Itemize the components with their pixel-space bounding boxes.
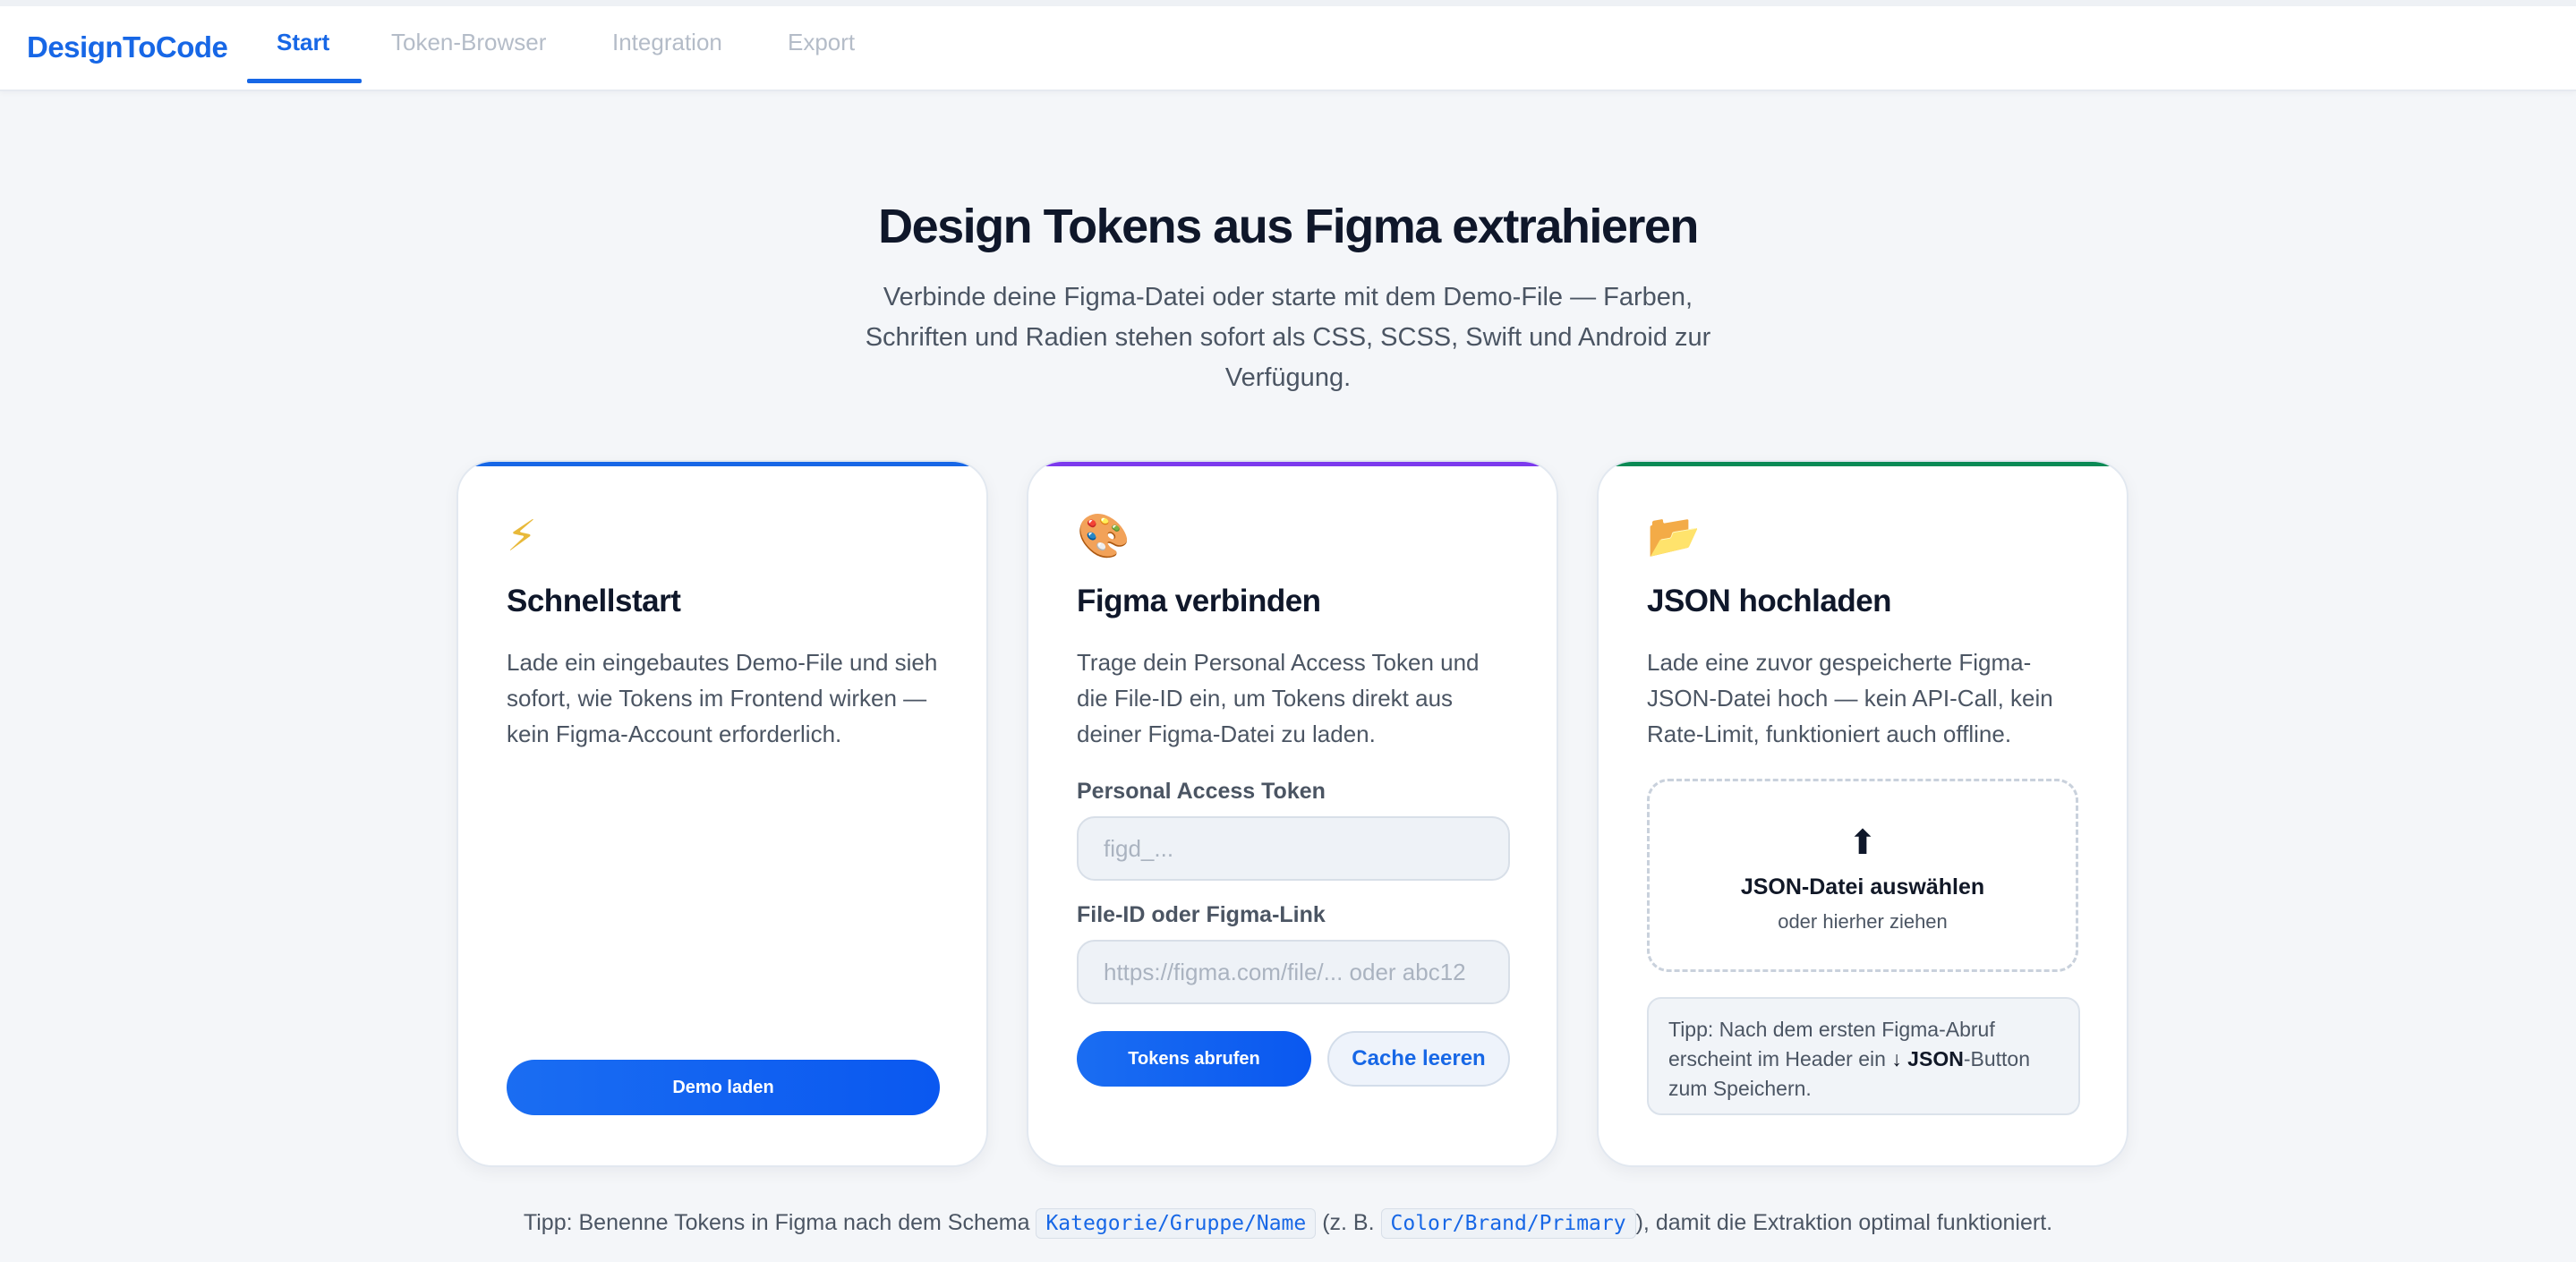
naming-tip: Tipp: Benenne Tokens in Figma nach dem S… xyxy=(0,1208,2576,1239)
top-navigation-bar: DesignToCode Start Token-Browser Integra… xyxy=(0,0,2576,91)
brand-logo[interactable]: DesignToCode xyxy=(27,30,228,64)
folder-icon: 📂 xyxy=(1647,513,1701,560)
page-title: Design Tokens aus Figma extrahieren xyxy=(878,200,1699,253)
dropzone-title: JSON-Datei auswählen xyxy=(1740,874,1985,900)
tip-prefix: Tipp: Benenne Tokens in Figma nach dem S… xyxy=(523,1210,1030,1235)
json-upload-card: 📂 JSON hochladen Lade eine zuvor gespeic… xyxy=(1597,460,2128,1167)
token-field-label: Personal Access Token xyxy=(1077,779,1326,804)
dropzone-subtitle: oder hierher ziehen xyxy=(1778,910,1948,933)
quickstart-card: ⚡ Schnellstart Lade ein eingebautes Demo… xyxy=(456,460,988,1167)
page-subtitle: Verbinde deine Figma-Datei oder starte m… xyxy=(865,283,1711,392)
example-code: Color/Brand/Primary xyxy=(1380,1208,1636,1239)
access-token-input[interactable]: figd_... xyxy=(1077,816,1510,881)
tip-suffix: ), damit die Extraktion optimal funktion… xyxy=(1635,1210,2053,1235)
fetch-tokens-button[interactable]: Tokens abrufen xyxy=(1077,1031,1311,1087)
card-accent-bar xyxy=(458,462,986,466)
json-button-reference: ↓ JSON xyxy=(1891,1047,1964,1070)
card-description: Trage dein Personal Access Token und die… xyxy=(1077,649,1480,747)
schema-code: Kategorie/Gruppe/Name xyxy=(1036,1208,1317,1239)
file-id-field-label: File-ID oder Figma-Link xyxy=(1077,902,1326,927)
tab-integration[interactable]: Integration xyxy=(612,29,722,56)
card-title: JSON hochladen xyxy=(1647,584,1892,618)
card-title: Figma verbinden xyxy=(1077,584,1321,618)
file-id-input[interactable]: https://figma.com/file/... oder abc12 xyxy=(1077,940,1510,1004)
figma-connect-card: 🎨 Figma verbinden Trage dein Personal Ac… xyxy=(1027,460,1558,1167)
load-demo-button[interactable]: Demo laden xyxy=(507,1060,940,1115)
card-title: Schnellstart xyxy=(507,584,681,618)
tip-middle: (z. B. xyxy=(1322,1210,1375,1235)
card-accent-bar xyxy=(1028,462,1557,466)
tab-token-browser[interactable]: Token-Browser xyxy=(391,29,546,56)
json-tip-box: Tipp: Nach dem ersten Figma-Abruf ersche… xyxy=(1647,997,2080,1115)
card-description: Lade ein eingebautes Demo-File und sieh … xyxy=(507,649,938,747)
top-strip xyxy=(0,0,2576,6)
tab-start[interactable]: Start xyxy=(277,29,329,56)
active-tab-indicator xyxy=(247,79,362,83)
card-description: Lade eine zuvor gespeicherte Figma-JSON-… xyxy=(1647,649,2053,747)
json-dropzone[interactable]: ⬆ JSON-Datei auswählen oder hierher zieh… xyxy=(1647,779,2078,972)
tab-export[interactable]: Export xyxy=(788,29,855,56)
palette-icon: 🎨 xyxy=(1077,513,1130,560)
clear-cache-button[interactable]: Cache leeren xyxy=(1327,1031,1510,1087)
lightning-icon: ⚡ xyxy=(507,513,537,560)
upload-arrow-icon: ⬆ xyxy=(1848,824,1877,862)
card-accent-bar xyxy=(1599,462,2127,466)
